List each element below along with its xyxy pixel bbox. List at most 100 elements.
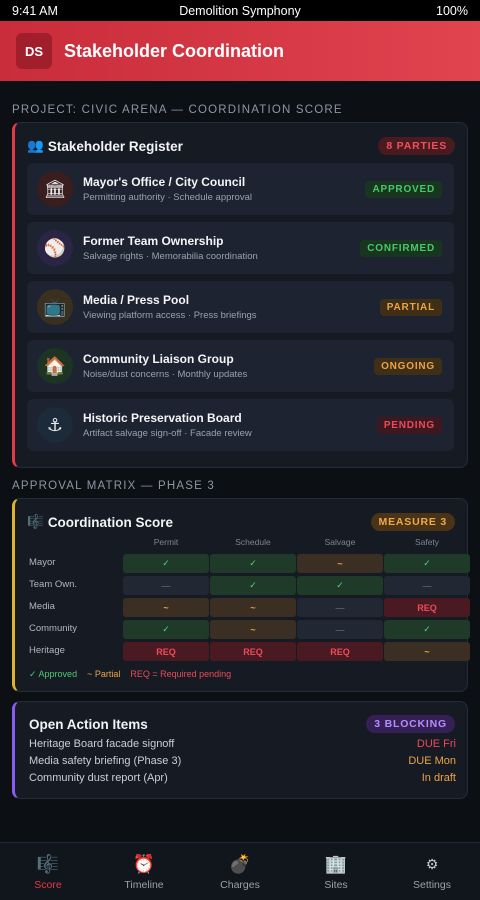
sites-icon: 🏢	[324, 853, 348, 874]
action-item[interactable]: Heritage Board facade signoff DUE Fri	[29, 738, 456, 750]
stakeholder-subtitle: Salvage rights · Memorabilia coordinatio…	[83, 251, 258, 262]
matrix-row-label: Heritage	[29, 645, 65, 656]
status-bar: 9:41 AM Demolition Symphony 100%	[0, 0, 480, 21]
matrix-cell[interactable]: ✓	[297, 576, 383, 595]
settings-icon: ⚙	[425, 855, 439, 872]
matrix-header: 🎼 Coordination Score MEASURE 3	[27, 513, 455, 531]
matrix-cell[interactable]: REQ	[210, 642, 296, 661]
action-item-text: Community dust report (Apr)	[29, 772, 168, 784]
stakeholder-name: Community Liaison Group	[83, 352, 234, 366]
actions-header: Open Action Items 3 BLOCKING	[29, 715, 455, 733]
stakeholder-icon: 🏛	[37, 171, 73, 207]
status-badge: ONGOING	[374, 357, 442, 375]
nav-item-charges[interactable]: 💣 Charges	[192, 843, 288, 900]
matrix-cell[interactable]: —	[297, 598, 383, 617]
matrix-title-text: Coordination Score	[47, 514, 174, 530]
matrix-row-label: Media	[29, 601, 55, 612]
stakeholder-name: Media / Press Pool	[83, 293, 190, 307]
action-items-card: Open Action Items 3 BLOCKING Heritage Bo…	[12, 701, 468, 799]
status-time: 9:41 AM	[12, 3, 58, 18]
stakeholder-item[interactable]: ⚓ Historic Preservation Board Artifact sal…	[27, 399, 454, 451]
matrix-cell[interactable]: —	[123, 576, 209, 595]
matrix-cell[interactable]: ✓	[123, 554, 209, 573]
nav-item-settings[interactable]: ⚙ Settings	[384, 843, 480, 900]
matrix-cell[interactable]: —	[297, 620, 383, 639]
nav-label: Score	[34, 878, 62, 891]
stakeholder-item[interactable]: 🏛 Mayor's Office / City Council Permitting…	[27, 163, 454, 215]
stakeholder-name: Mayor's Office / City Council	[83, 175, 246, 189]
stakeholder-icon: 🏠	[37, 348, 73, 384]
stakeholder-text: Mayor's Office / City Council Permitting …	[83, 175, 365, 203]
register-title: 👥 Stakeholder Register	[27, 138, 183, 154]
nav-item-timeline[interactable]: ⏰ Timeline	[96, 843, 192, 900]
section-label-matrix: APPROVAL MATRIX — PHASE 3	[12, 480, 215, 492]
status-badge: PARTIAL	[379, 298, 442, 316]
matrix-title: 🎼 Coordination Score	[27, 514, 173, 530]
matrix-cell[interactable]: ✓	[210, 576, 296, 595]
status-badge: PENDING	[376, 416, 442, 434]
matrix-column-header: Salvage	[324, 537, 356, 547]
blocking-badge: 3 BLOCKING	[366, 715, 455, 733]
bottom-nav: 🎼 Score ⏰ Timeline 💣 Charges 🏢 Sites ⚙ Settings	[0, 842, 480, 900]
stakeholder-item[interactable]: ⚾ Former Team Ownership Salvage rights · M…	[27, 222, 454, 274]
matrix-row-label: Team Own.	[29, 579, 78, 590]
action-item[interactable]: Media safety briefing (Phase 3) DUE Mon	[29, 755, 456, 767]
stakeholder-icon: ⚓	[37, 407, 73, 443]
section-label-project: PROJECT: CIVIC ARENA — COORDINATION SCOR…	[12, 104, 343, 116]
nav-item-sites[interactable]: 🏢 Sites	[288, 843, 384, 900]
stakeholder-text: Media / Press Pool Viewing platform acces…	[83, 293, 380, 321]
matrix-cell[interactable]: ✓	[384, 554, 470, 573]
nav-item-score[interactable]: 🎼 Score	[0, 843, 96, 900]
matrix-cell[interactable]: ~	[210, 620, 296, 639]
stakeholder-icon: 📺	[37, 289, 73, 325]
parties-count-badge: 8 PARTIES	[378, 137, 455, 155]
matrix-cell[interactable]: REQ	[123, 642, 209, 661]
stakeholder-register-card: 👥 Stakeholder Register 8 PARTIES 🏛 Mayor'…	[12, 122, 468, 468]
people-icon: 👥	[27, 138, 44, 153]
matrix-cell[interactable]: ~	[123, 598, 209, 617]
matrix-cell[interactable]: ~	[384, 642, 470, 661]
app-logo[interactable]: DS	[16, 33, 52, 69]
stakeholder-subtitle: Viewing platform access · Press briefing…	[83, 310, 257, 321]
action-item-due: DUE Fri	[416, 738, 456, 750]
legend-approved: ✓ Approved	[29, 669, 78, 679]
matrix-cell[interactable]: REQ	[297, 642, 383, 661]
matrix-cell[interactable]: ✓	[210, 554, 296, 573]
actions-title: Open Action Items	[29, 716, 148, 732]
action-item[interactable]: Community dust report (Apr) In draft	[29, 772, 456, 784]
nav-label: Settings	[413, 878, 451, 891]
action-item-due: DUE Mon	[408, 755, 456, 767]
register-header: 👥 Stakeholder Register 8 PARTIES	[27, 137, 455, 155]
stakeholder-name: Former Team Ownership	[83, 234, 224, 248]
score-icon: 🎼	[27, 514, 44, 529]
matrix-cell[interactable]: ~	[297, 554, 383, 573]
matrix-column-header: Safety	[414, 537, 440, 547]
action-item-due: In draft	[421, 772, 456, 784]
stakeholder-icon: ⚾	[37, 230, 73, 266]
status-badge: APPROVED	[365, 180, 442, 198]
matrix-cell[interactable]: ~	[210, 598, 296, 617]
stakeholder-item[interactable]: 📺 Media / Press Pool Viewing platform acce…	[27, 281, 454, 333]
matrix-column-header: Schedule	[235, 537, 271, 547]
legend-required: REQ = Required pending	[130, 669, 232, 679]
stakeholder-text: Historic Preservation Board Artifact salv…	[83, 411, 377, 439]
stakeholder-text: Community Liaison Group Noise/dust concer…	[83, 352, 374, 380]
stakeholder-text: Former Team Ownership Salvage rights · Me…	[83, 234, 360, 262]
action-item-text: Heritage Board facade signoff	[29, 738, 175, 750]
matrix-cell[interactable]: ✓	[123, 620, 209, 639]
stakeholder-subtitle: Permitting authority · Schedule approval	[83, 192, 252, 203]
matrix-column-header: Permit	[153, 537, 179, 547]
matrix-row-label: Mayor	[29, 557, 56, 568]
action-item-text: Media safety briefing (Phase 3)	[29, 755, 182, 767]
stakeholder-name: Historic Preservation Board	[83, 411, 242, 425]
nav-label: Sites	[324, 878, 348, 891]
matrix-cell[interactable]: ✓	[384, 620, 470, 639]
matrix-cell[interactable]: —	[384, 576, 470, 595]
nav-label: Charges	[220, 878, 260, 891]
stakeholder-subtitle: Noise/dust concerns · Monthly updates	[83, 369, 248, 380]
charges-icon: 💣	[228, 853, 252, 874]
matrix-cell[interactable]: REQ	[384, 598, 470, 617]
matrix-row-label: Community	[29, 623, 78, 634]
measure-badge: MEASURE 3	[370, 513, 455, 531]
stakeholder-item[interactable]: 🏠 Community Liaison Group Noise/dust conce…	[27, 340, 454, 392]
